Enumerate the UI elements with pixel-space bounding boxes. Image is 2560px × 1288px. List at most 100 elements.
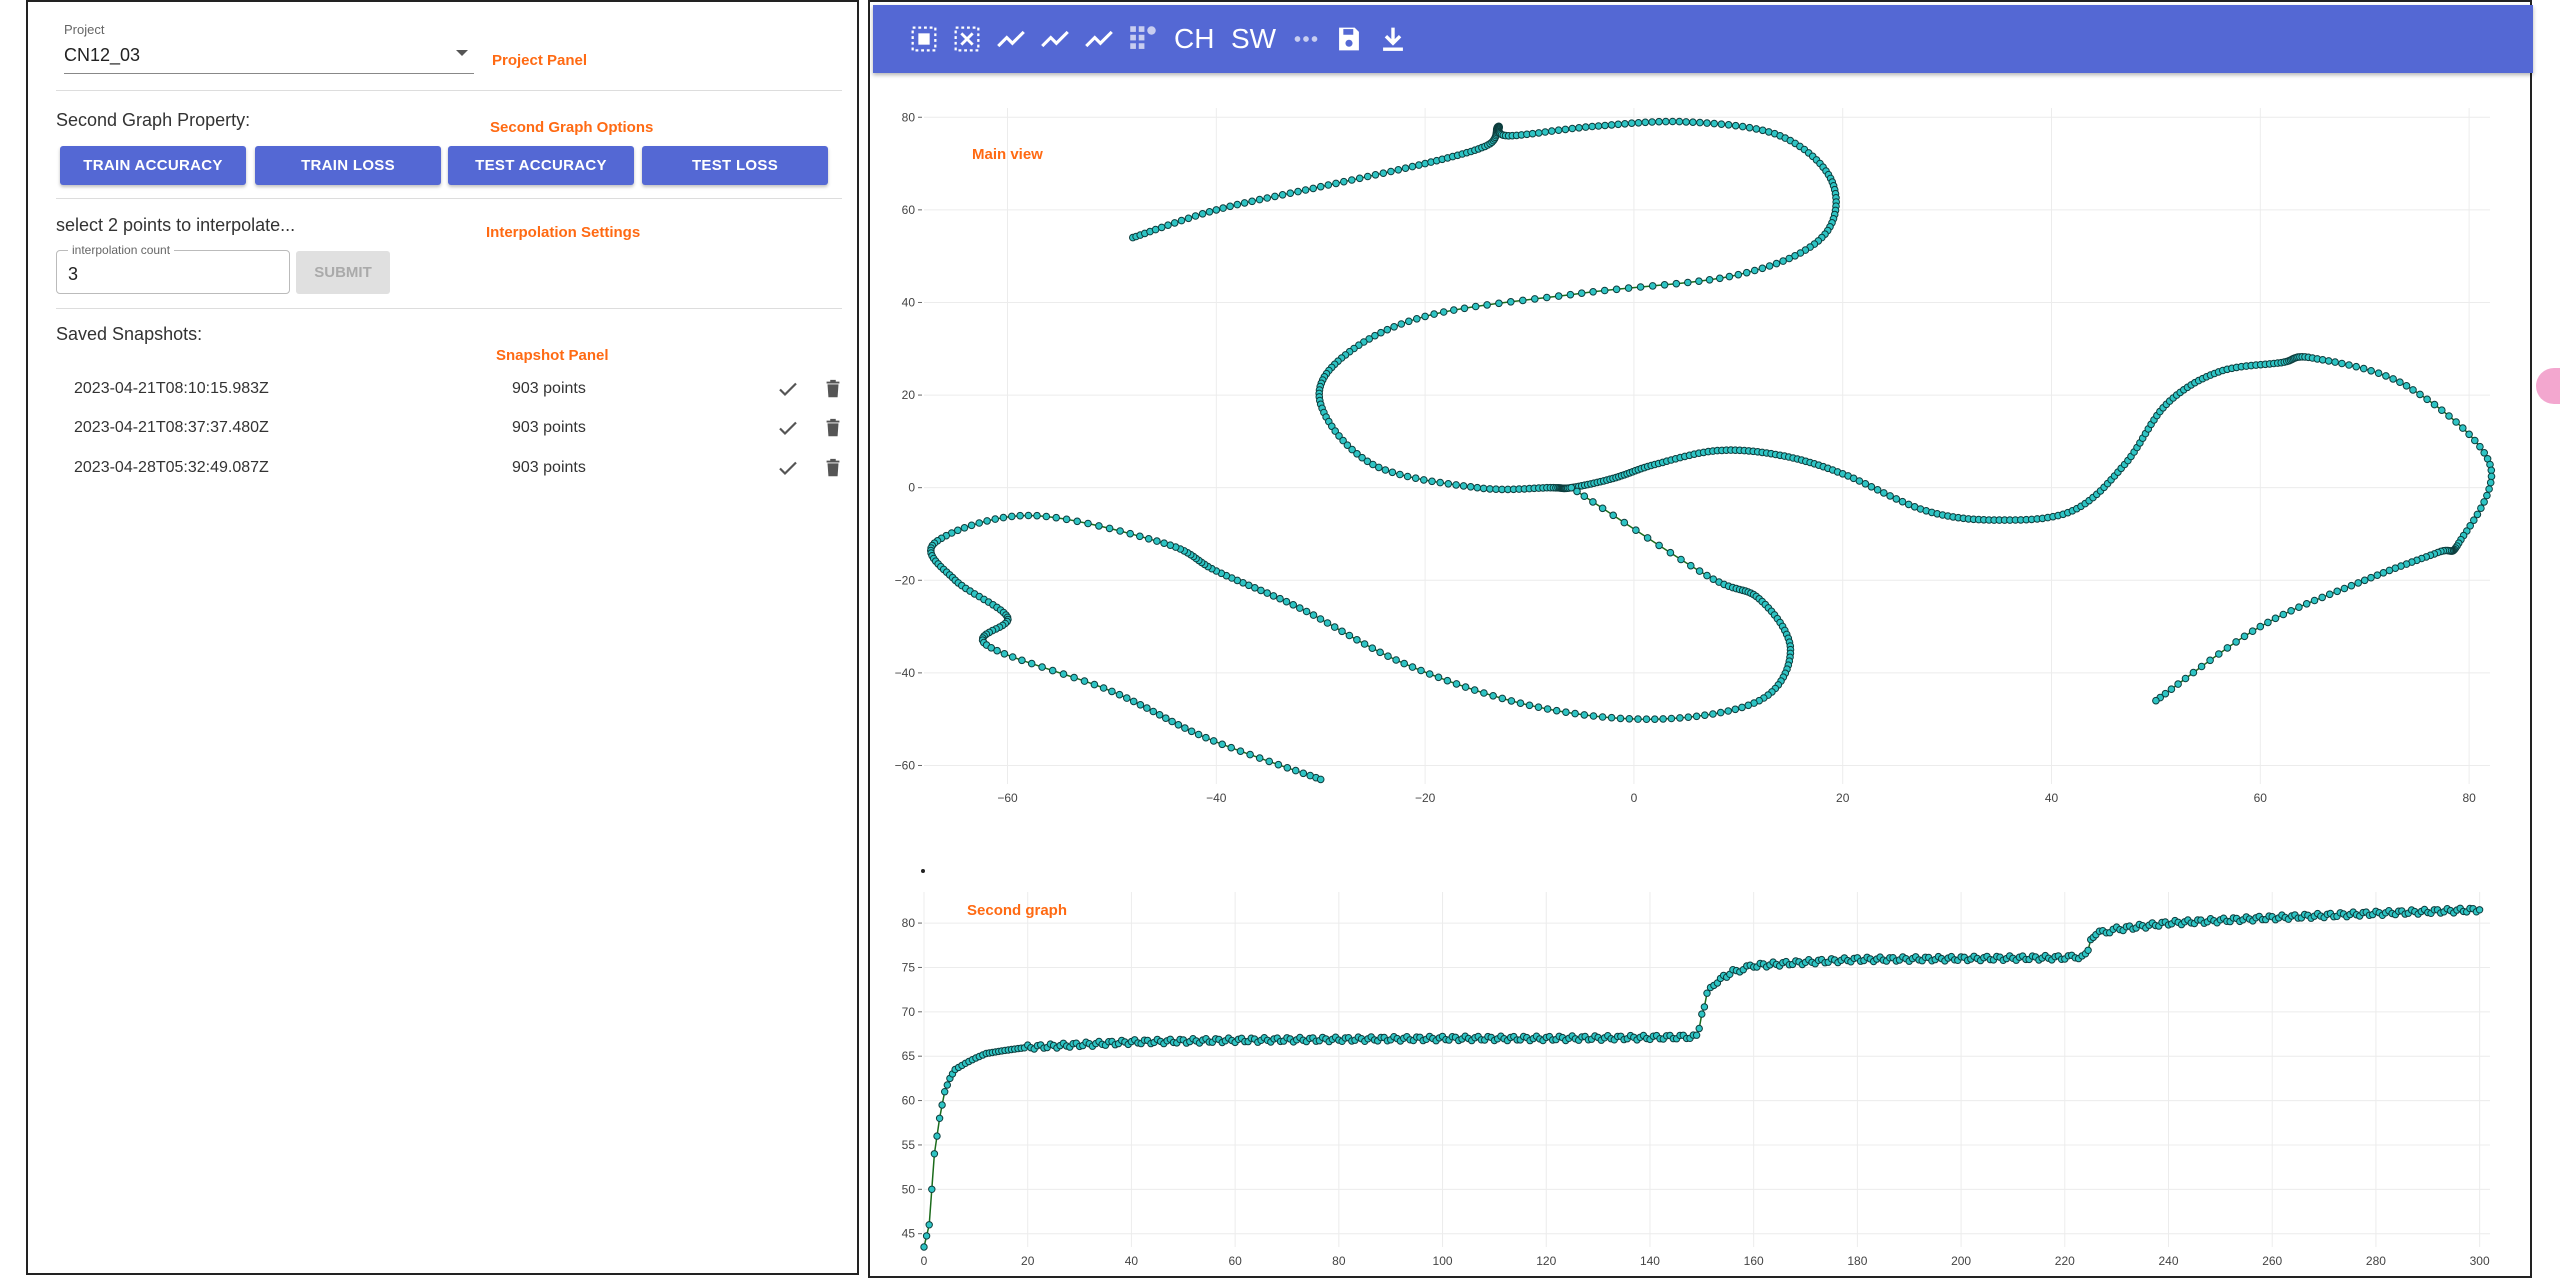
trajectory-point[interactable] <box>1642 715 1651 724</box>
trajectory-point[interactable] <box>1744 701 1753 710</box>
trajectory-point[interactable] <box>1289 601 1298 609</box>
trajectory-point[interactable] <box>1153 537 1161 545</box>
trajectory-point[interactable] <box>1198 210 1207 218</box>
trajectory-point[interactable] <box>2152 696 2160 705</box>
trajectory-point[interactable] <box>1676 714 1684 722</box>
trajectory-point[interactable] <box>1301 186 1310 194</box>
trajectory-point[interactable] <box>1612 285 1621 294</box>
trajectory-point[interactable] <box>1255 754 1264 762</box>
trajectory-point[interactable] <box>1598 504 1607 513</box>
trajectory-point[interactable] <box>1108 687 1116 696</box>
trajectory-point[interactable] <box>2483 491 2491 500</box>
trajectory-point[interactable] <box>1330 623 1339 631</box>
series-point[interactable] <box>943 1081 952 1089</box>
trajectory-point[interactable] <box>1668 117 1677 126</box>
trajectory-point[interactable] <box>1309 184 1318 193</box>
trajectory-point[interactable] <box>1772 259 1781 268</box>
series-point[interactable] <box>933 1132 941 1140</box>
trajectory-point[interactable] <box>1218 740 1227 749</box>
trajectory-point[interactable] <box>1379 169 1388 177</box>
trajectory-point[interactable] <box>1233 200 1242 209</box>
trash-icon[interactable] <box>822 456 844 480</box>
trajectory-point[interactable] <box>1155 711 1164 719</box>
submit-button[interactable]: SUBMIT <box>296 251 390 294</box>
trajectory-point[interactable] <box>1689 118 1697 126</box>
trajectory-point[interactable] <box>1048 666 1057 675</box>
trajectory-point[interactable] <box>1436 478 1445 487</box>
trajectory-point[interactable] <box>1144 535 1153 543</box>
trajectory-point[interactable] <box>1143 704 1151 712</box>
trajectory-point[interactable] <box>1024 511 1033 520</box>
trajectory-point[interactable] <box>954 526 962 535</box>
trajectory-point[interactable] <box>1541 128 1550 136</box>
series-point[interactable] <box>935 1114 944 1123</box>
charts-canvas[interactable]: −60 −40 −20 0 20 40 60 80 −60 −40 −20 0 20 40 60 80 0 20… <box>870 2 2530 1276</box>
series-point[interactable] <box>922 1232 931 1240</box>
trajectory-point[interactable] <box>1684 713 1693 722</box>
trajectory-point[interactable] <box>1636 283 1645 291</box>
trajectory-point[interactable] <box>1027 659 1036 668</box>
trajectory-point[interactable] <box>960 524 969 532</box>
series-point[interactable] <box>1698 1010 1706 1018</box>
trajectory-point[interactable] <box>1519 296 1527 305</box>
series-point[interactable] <box>938 1101 946 1109</box>
trajectory-point[interactable] <box>1483 301 1491 309</box>
trajectory-point[interactable] <box>1507 298 1515 306</box>
trajectory-point[interactable] <box>1444 480 1453 488</box>
trajectory-point[interactable] <box>1246 750 1254 759</box>
trajectory-point[interactable] <box>1209 737 1218 745</box>
trajectory-point[interactable] <box>1581 123 1590 131</box>
trajectory-point[interactable] <box>991 515 999 523</box>
trajectory-point[interactable] <box>1157 223 1166 232</box>
trajectory-point[interactable] <box>1170 219 1179 227</box>
trajectory-point[interactable] <box>1634 119 1643 127</box>
series-point[interactable] <box>2475 906 2484 914</box>
trajectory-point[interactable] <box>2256 622 2265 631</box>
trajectory-point[interactable] <box>1240 199 1249 207</box>
trajectory-point[interactable] <box>1324 181 1333 189</box>
trajectory-point[interactable] <box>1332 179 1340 188</box>
trajectory-point[interactable] <box>1552 706 1561 715</box>
trajectory-point[interactable] <box>2287 607 2295 615</box>
trajectory-point[interactable] <box>2345 361 2353 369</box>
trajectory-point[interactable] <box>1779 257 1787 265</box>
trajectory-point[interactable] <box>1348 176 1356 184</box>
trajectory-point[interactable] <box>2197 662 2206 671</box>
trajectory-point[interactable] <box>1724 121 1733 129</box>
trajectory-point[interactable] <box>1734 270 1743 279</box>
trajectory-point[interactable] <box>1752 125 1761 133</box>
trajectory-point[interactable] <box>1271 192 1279 201</box>
trajectory-point[interactable] <box>1387 167 1395 176</box>
trajectory-point[interactable] <box>1880 489 1888 497</box>
trajectory-point[interactable] <box>2360 576 2369 585</box>
trajectory-point[interactable] <box>2302 600 2311 608</box>
trajectory-point[interactable] <box>1439 308 1448 316</box>
trajectory-point[interactable] <box>1566 290 1575 299</box>
trajectory-point[interactable] <box>1413 315 1421 323</box>
trajectory-point[interactable] <box>1725 272 1734 281</box>
trajectory-point[interactable] <box>1731 121 1740 130</box>
trajectory-point[interactable] <box>1575 124 1583 132</box>
trajectory-point[interactable] <box>2223 644 2232 652</box>
trajectory-point[interactable] <box>2452 418 2460 426</box>
trajectory-point[interactable] <box>1299 769 1308 778</box>
trajectory-point[interactable] <box>2279 610 2288 619</box>
trajectory-point[interactable] <box>1534 703 1543 712</box>
trajectory-point[interactable] <box>1898 497 1907 506</box>
trajectory-point[interactable] <box>1486 485 1494 493</box>
trajectory-point[interactable] <box>1466 483 1475 491</box>
trajectory-point[interactable] <box>2485 485 2493 493</box>
trajectory-point[interactable] <box>1625 715 1634 723</box>
trajectory-point[interactable] <box>1692 712 1701 721</box>
trajectory-point[interactable] <box>2271 614 2280 623</box>
trajectory-point[interactable] <box>1589 288 1597 296</box>
trajectory-point[interactable] <box>1403 472 1412 481</box>
trajectory-point[interactable] <box>1624 284 1633 292</box>
trajectory-point[interactable] <box>1531 295 1539 303</box>
trajectory-point[interactable] <box>1548 127 1556 135</box>
trajectory-point[interactable] <box>1174 721 1183 729</box>
trajectory-point[interactable] <box>1073 517 1081 526</box>
trajectory-point[interactable] <box>1724 707 1733 715</box>
trajectory-point[interactable] <box>1417 666 1425 675</box>
series-point[interactable] <box>1700 1003 1709 1011</box>
